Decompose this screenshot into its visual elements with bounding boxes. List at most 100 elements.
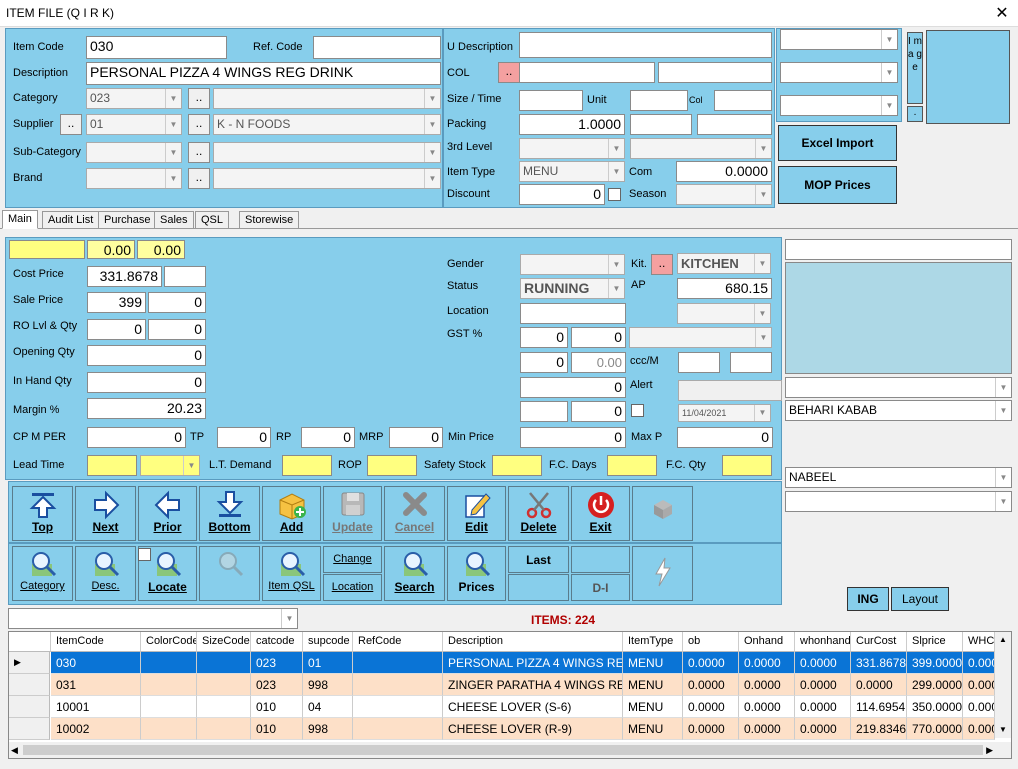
in-hand-qty-field[interactable]: 0 bbox=[87, 372, 206, 393]
lead-time-field[interactable] bbox=[87, 455, 137, 476]
brand-name-select[interactable]: ▼ bbox=[213, 168, 441, 189]
table-cell[interactable]: 0.0000 bbox=[739, 652, 795, 674]
min-price-field[interactable]: 0 bbox=[520, 427, 626, 448]
subcategory-name-select[interactable]: ▼ bbox=[213, 142, 441, 163]
table-cell[interactable]: 0.0000 bbox=[683, 674, 739, 696]
brand-lookup-button[interactable]: .. bbox=[188, 168, 210, 189]
bottom-button[interactable]: Bottom bbox=[199, 486, 260, 541]
sale-price-field[interactable]: 399 bbox=[87, 292, 146, 313]
column-header[interactable]: RefCode bbox=[353, 632, 443, 652]
table-cell[interactable] bbox=[197, 674, 251, 696]
table-cell[interactable]: CHEESE LOVER (R-9) bbox=[443, 718, 623, 740]
table-cell[interactable]: 0.0000 bbox=[683, 696, 739, 718]
column-header[interactable]: whonhand bbox=[795, 632, 851, 652]
column-header[interactable]: CurCost bbox=[851, 632, 907, 652]
table-cell[interactable]: 010 bbox=[251, 696, 303, 718]
exit-button[interactable]: Exit bbox=[571, 486, 630, 541]
d-i-button[interactable]: D-I bbox=[571, 574, 630, 601]
gst-field-7[interactable]: 0 bbox=[571, 401, 626, 422]
ap-field[interactable]: 680.15 bbox=[677, 278, 772, 299]
location-button[interactable]: Location bbox=[323, 574, 382, 601]
column-header[interactable]: ColorCode bbox=[141, 632, 197, 652]
table-cell[interactable] bbox=[197, 718, 251, 740]
table-cell[interactable] bbox=[353, 718, 443, 740]
table-cell[interactable]: 01 bbox=[303, 652, 353, 674]
description-field[interactable]: PERSONAL PIZZA 4 WINGS REG DRINK bbox=[86, 62, 441, 85]
table-cell[interactable] bbox=[141, 718, 197, 740]
table-cell[interactable]: 0.0000 bbox=[683, 718, 739, 740]
table-cell[interactable] bbox=[141, 674, 197, 696]
fc-qty-field[interactable] bbox=[722, 455, 772, 476]
prices-button[interactable]: Prices bbox=[447, 546, 506, 601]
table-cell[interactable]: 10002 bbox=[51, 718, 141, 740]
image-small-button[interactable]: . bbox=[907, 106, 923, 122]
safety-stock-field[interactable] bbox=[492, 455, 542, 476]
column-header[interactable]: WHC bbox=[963, 632, 995, 652]
table-cell[interactable]: MENU bbox=[623, 674, 683, 696]
kit-lookup-button[interactable]: .. bbox=[651, 254, 673, 275]
table-cell[interactable] bbox=[141, 652, 197, 674]
table-cell[interactable]: 219.8346 bbox=[851, 718, 907, 740]
table-cell[interactable]: 998 bbox=[303, 674, 353, 696]
gst-type-select[interactable]: ▼ bbox=[629, 327, 772, 348]
value-a-field[interactable]: 0.00 bbox=[87, 240, 135, 259]
opening-qty-field[interactable]: 0 bbox=[87, 345, 206, 366]
search-button[interactable]: Search bbox=[384, 546, 445, 601]
right-select-3[interactable]: ▼ bbox=[780, 95, 898, 116]
tab-storewise[interactable]: Storewise bbox=[239, 211, 300, 229]
lead-time-unit-select[interactable]: ▼ bbox=[140, 455, 200, 476]
table-cell[interactable]: 04 bbox=[303, 696, 353, 718]
mrp-field[interactable]: 0 bbox=[389, 427, 443, 448]
table-cell[interactable]: 0.0000 bbox=[795, 652, 851, 674]
packing-field[interactable]: 1.0000 bbox=[519, 114, 625, 135]
size-time-field[interactable] bbox=[519, 90, 583, 111]
ro-qty-field[interactable]: 0 bbox=[148, 319, 206, 340]
packing-extra-2[interactable] bbox=[697, 114, 772, 135]
side-list-box[interactable] bbox=[785, 262, 1012, 374]
supplier-lookup-button[interactable]: .. bbox=[60, 114, 82, 135]
tab-sales[interactable]: Sales bbox=[154, 211, 194, 229]
change-button[interactable]: Change bbox=[323, 546, 382, 573]
table-cell[interactable]: MENU bbox=[623, 652, 683, 674]
tab-main[interactable]: Main bbox=[2, 210, 38, 229]
gst-field-5[interactable]: 0 bbox=[520, 377, 626, 398]
value-b-field[interactable]: 0.00 bbox=[137, 240, 185, 259]
blank-search-button[interactable] bbox=[199, 546, 260, 601]
locate-checkbox[interactable] bbox=[138, 548, 151, 561]
table-cell[interactable]: 399.0000 bbox=[907, 652, 963, 674]
table-cell[interactable]: 299.0000 bbox=[907, 674, 963, 696]
alert-date-select[interactable]: 11/04/2021 ▼ bbox=[678, 404, 771, 422]
top-button[interactable]: Top bbox=[12, 486, 73, 541]
layout-button[interactable]: Layout bbox=[891, 587, 949, 611]
table-cell[interactable] bbox=[353, 696, 443, 718]
side-select-nabeel[interactable]: NABEEL ▼ bbox=[785, 467, 1012, 488]
table-cell[interactable]: 350.0000 bbox=[907, 696, 963, 718]
table-cell[interactable]: 0.000 bbox=[963, 718, 995, 740]
table-cell[interactable]: 770.0000 bbox=[907, 718, 963, 740]
gst-field-4[interactable]: 0.00 bbox=[571, 352, 626, 373]
next-button[interactable]: Next bbox=[75, 486, 136, 541]
table-cell[interactable]: 0.0000 bbox=[795, 674, 851, 696]
ing-button[interactable]: ING bbox=[847, 587, 889, 611]
table-cell[interactable]: 023 bbox=[251, 674, 303, 696]
table-cell[interactable]: 331.8678 bbox=[851, 652, 907, 674]
table-cell[interactable]: 0.0000 bbox=[739, 696, 795, 718]
discount-checkbox[interactable] bbox=[608, 188, 621, 201]
column-header[interactable]: Slprice bbox=[907, 632, 963, 652]
side-select-1[interactable]: ▼ bbox=[785, 377, 1012, 398]
subcategory-select[interactable]: ▼ bbox=[86, 142, 182, 163]
com-field[interactable]: 0.0000 bbox=[676, 161, 772, 182]
edit-button[interactable]: Edit bbox=[447, 486, 506, 541]
gst-field-2[interactable]: 0 bbox=[571, 327, 626, 348]
column-header[interactable]: Onhand bbox=[739, 632, 795, 652]
unit-field[interactable] bbox=[630, 90, 688, 111]
row-header[interactable] bbox=[9, 674, 50, 696]
table-cell[interactable]: 0.000 bbox=[963, 696, 995, 718]
table-cell[interactable]: ZINGER PARATHA 4 WINGS RE... bbox=[443, 674, 623, 696]
status-select[interactable]: RUNNING ▼ bbox=[520, 278, 625, 299]
ro-level-field[interactable]: 0 bbox=[87, 319, 146, 340]
horizontal-scroll-thumb[interactable] bbox=[23, 745, 983, 755]
supplier-code-select[interactable]: 01 ▼ bbox=[86, 114, 182, 135]
blank-small-button-2[interactable] bbox=[571, 546, 630, 573]
right-select-1[interactable]: ▼ bbox=[780, 29, 898, 50]
